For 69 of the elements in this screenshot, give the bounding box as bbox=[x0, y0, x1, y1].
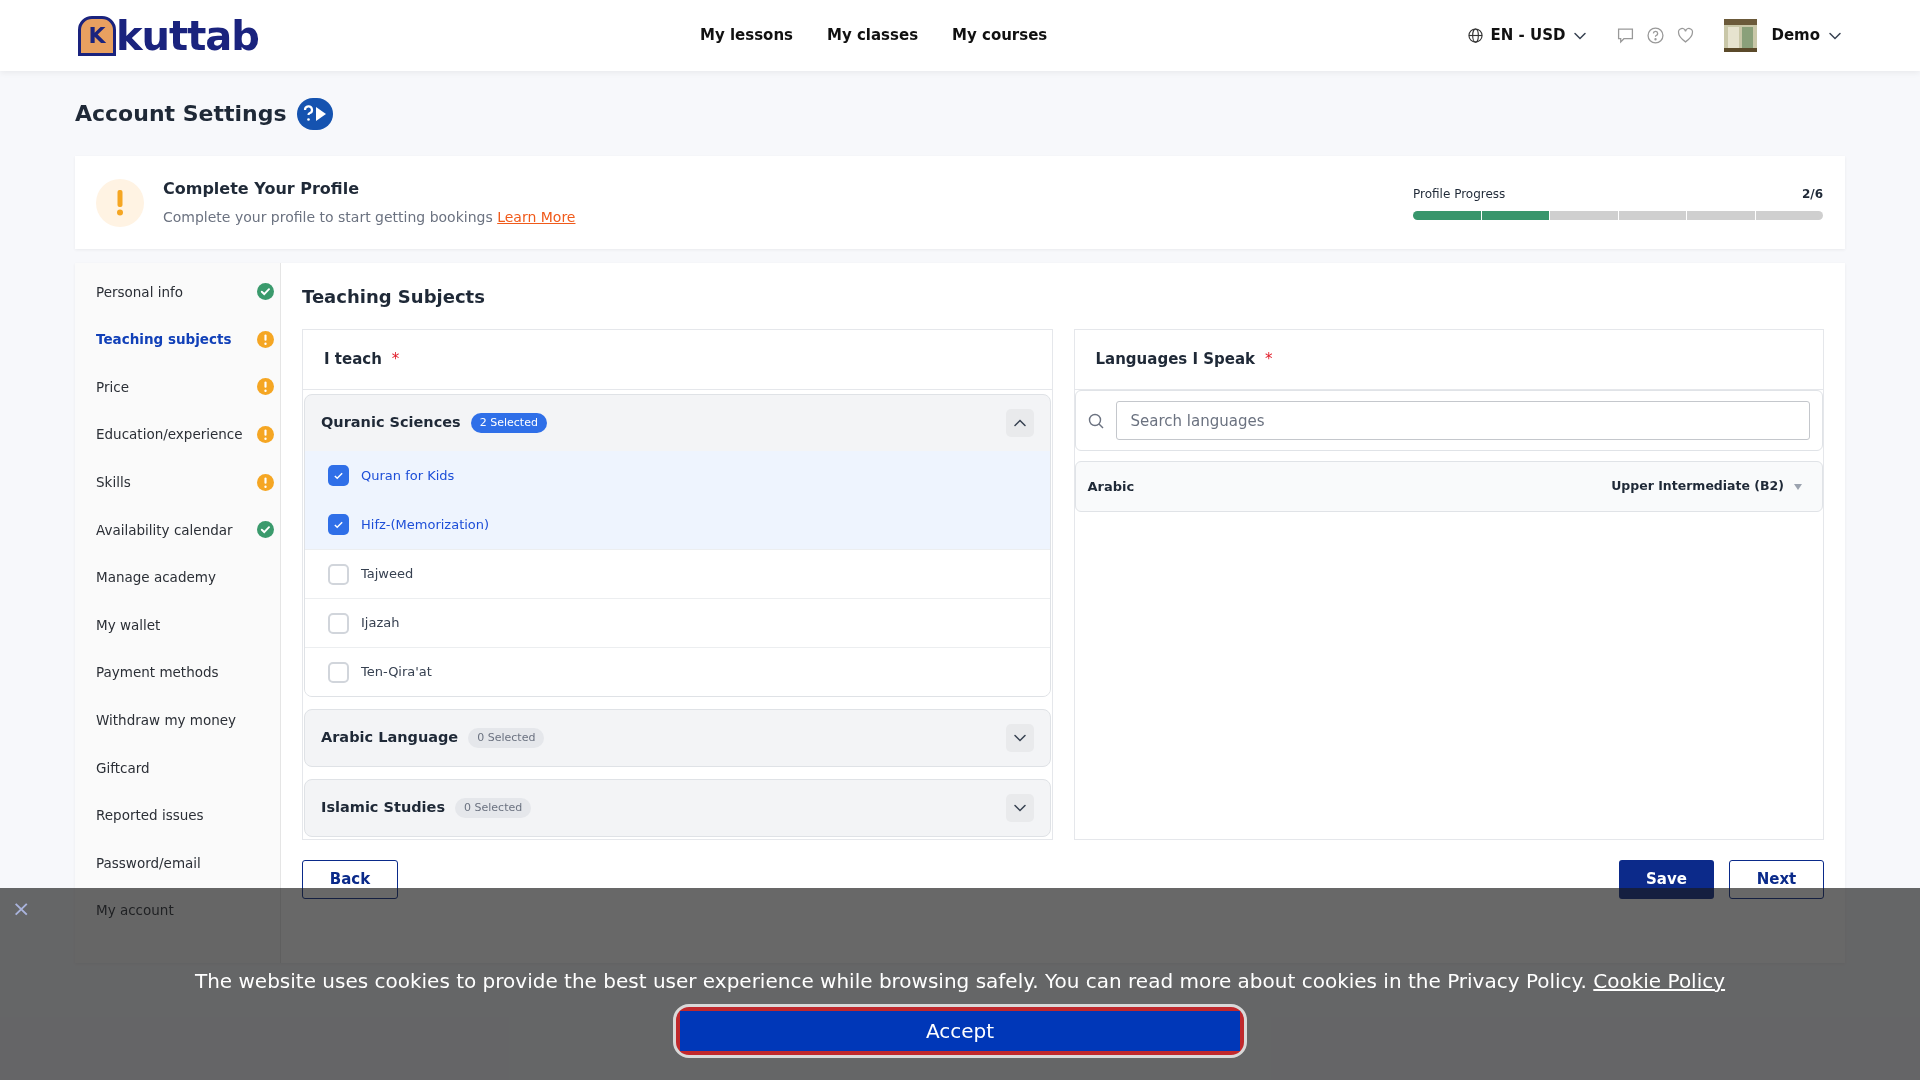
sidebar-item[interactable]: Payment methods bbox=[96, 662, 219, 683]
profile-card-title: Complete Your Profile bbox=[163, 178, 361, 200]
checkbox[interactable] bbox=[328, 514, 349, 535]
panel-title: I teach bbox=[324, 349, 382, 371]
subject-option[interactable]: Ten-Qira'at bbox=[305, 647, 1050, 696]
subject-option[interactable]: Quran for Kids bbox=[305, 451, 1050, 500]
subject-option[interactable]: Ijazah bbox=[305, 598, 1050, 647]
heart-icon[interactable] bbox=[1677, 27, 1695, 44]
group-title: Arabic Language bbox=[321, 728, 459, 748]
expand-toggle[interactable] bbox=[1005, 724, 1034, 752]
sidebar-item[interactable]: Availability calendar bbox=[96, 519, 233, 540]
language-name: Arabic bbox=[1087, 477, 1135, 496]
checkmark-icon bbox=[333, 519, 344, 530]
group-title: Islamic Studies bbox=[321, 798, 445, 818]
sidebar-item[interactable]: My wallet bbox=[96, 614, 161, 636]
nav-link[interactable]: My courses bbox=[952, 24, 1048, 47]
user-menu-button[interactable]: Demo bbox=[1771, 24, 1842, 47]
level-dropdown[interactable]: Upper Intermediate (B2) bbox=[1611, 477, 1810, 496]
subject-option[interactable]: Tajweed bbox=[305, 549, 1050, 598]
panel-title: Languages I Speak bbox=[1095, 349, 1256, 371]
progress-count: 2/6 bbox=[1801, 186, 1823, 203]
locale-button[interactable]: EN - USD bbox=[1467, 24, 1588, 47]
sidebar-item[interactable]: Giftcard bbox=[96, 757, 150, 778]
save-button[interactable]: Save bbox=[1619, 860, 1714, 899]
checkbox[interactable] bbox=[328, 563, 349, 585]
checkbox[interactable] bbox=[328, 612, 349, 634]
selected-count: 0 Selected bbox=[468, 727, 545, 749]
page-title: Account Settings bbox=[75, 100, 287, 128]
progress-label: Profile Progress bbox=[1413, 186, 1506, 203]
required-mark: * bbox=[391, 349, 400, 371]
sidebar-item[interactable]: Skills bbox=[96, 472, 131, 493]
group-title: Quranic Sciences bbox=[321, 413, 461, 433]
help-icon[interactable] bbox=[1647, 27, 1665, 44]
checkbox[interactable] bbox=[328, 465, 349, 486]
help-video-icon[interactable] bbox=[296, 97, 333, 130]
sidebar-item[interactable]: Price bbox=[96, 376, 129, 398]
checkmark-icon bbox=[333, 470, 344, 481]
expand-toggle[interactable] bbox=[1005, 409, 1034, 437]
accept-button[interactable]: Accept bbox=[680, 1011, 1240, 1051]
nav-link[interactable]: My classes bbox=[827, 24, 919, 47]
selected-count: 0 Selected bbox=[455, 797, 532, 819]
nav-link[interactable]: My lessons bbox=[700, 24, 793, 47]
sidebar-item[interactable]: Withdraw my money bbox=[96, 710, 237, 731]
expand-toggle[interactable] bbox=[1005, 794, 1034, 822]
next-button[interactable]: Next bbox=[1729, 860, 1824, 899]
search-field[interactable]: Search languages bbox=[1115, 401, 1810, 440]
profile-card-text: Complete your profile to start getting bookings Learn More bbox=[163, 208, 576, 227]
logo-icon: K bbox=[78, 15, 116, 56]
warning-icon bbox=[96, 178, 144, 227]
back-button[interactable]: Back bbox=[302, 860, 398, 899]
globe-icon bbox=[1467, 28, 1483, 43]
sidebar-item[interactable]: Manage academy bbox=[96, 567, 216, 588]
subject-option[interactable]: Hifz-(Memorization) bbox=[305, 500, 1050, 549]
sidebar-item[interactable]: Education/experience bbox=[96, 424, 243, 445]
logo-text: kuttab bbox=[116, 15, 259, 56]
cookie-policy-link[interactable]: Cookie Policy bbox=[1593, 969, 1726, 993]
chat-icon[interactable] bbox=[1617, 27, 1635, 44]
section-title: Teaching Subjects bbox=[302, 284, 486, 309]
sidebar-item[interactable]: Personal info bbox=[96, 281, 183, 302]
learn-more-link[interactable]: Learn More bbox=[497, 209, 576, 225]
sidebar-item[interactable]: Reported issues bbox=[96, 805, 204, 826]
sidebar-item[interactable]: Password/email bbox=[96, 852, 201, 874]
required-mark: * bbox=[1265, 349, 1273, 371]
caret-down-icon bbox=[1794, 483, 1802, 490]
sidebar-item[interactable]: Teaching subjects bbox=[96, 329, 232, 350]
selected-count: 2 Selected bbox=[470, 412, 547, 434]
cookie-text: The website uses cookies to provide the best user experience while browsing safely. You can read more about cookies in the Privacy Policy. Cookie Policy bbox=[194, 968, 1726, 995]
checkbox[interactable] bbox=[328, 661, 349, 683]
search-icon bbox=[1087, 412, 1104, 429]
